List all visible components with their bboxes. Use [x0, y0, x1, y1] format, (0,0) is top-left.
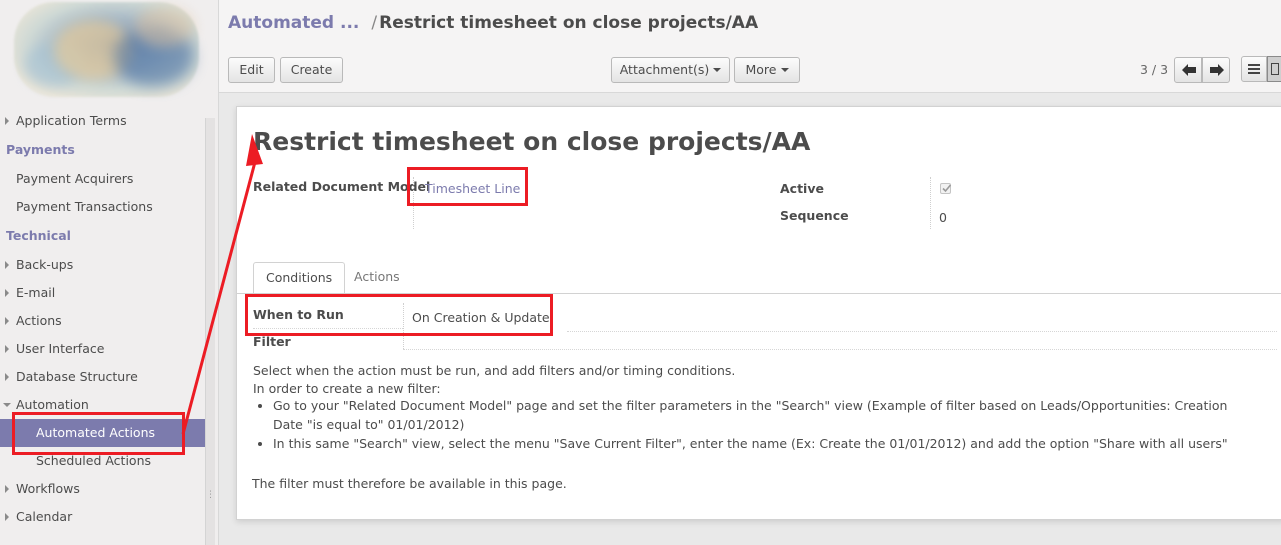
annotation-arrow: [181, 134, 263, 435]
